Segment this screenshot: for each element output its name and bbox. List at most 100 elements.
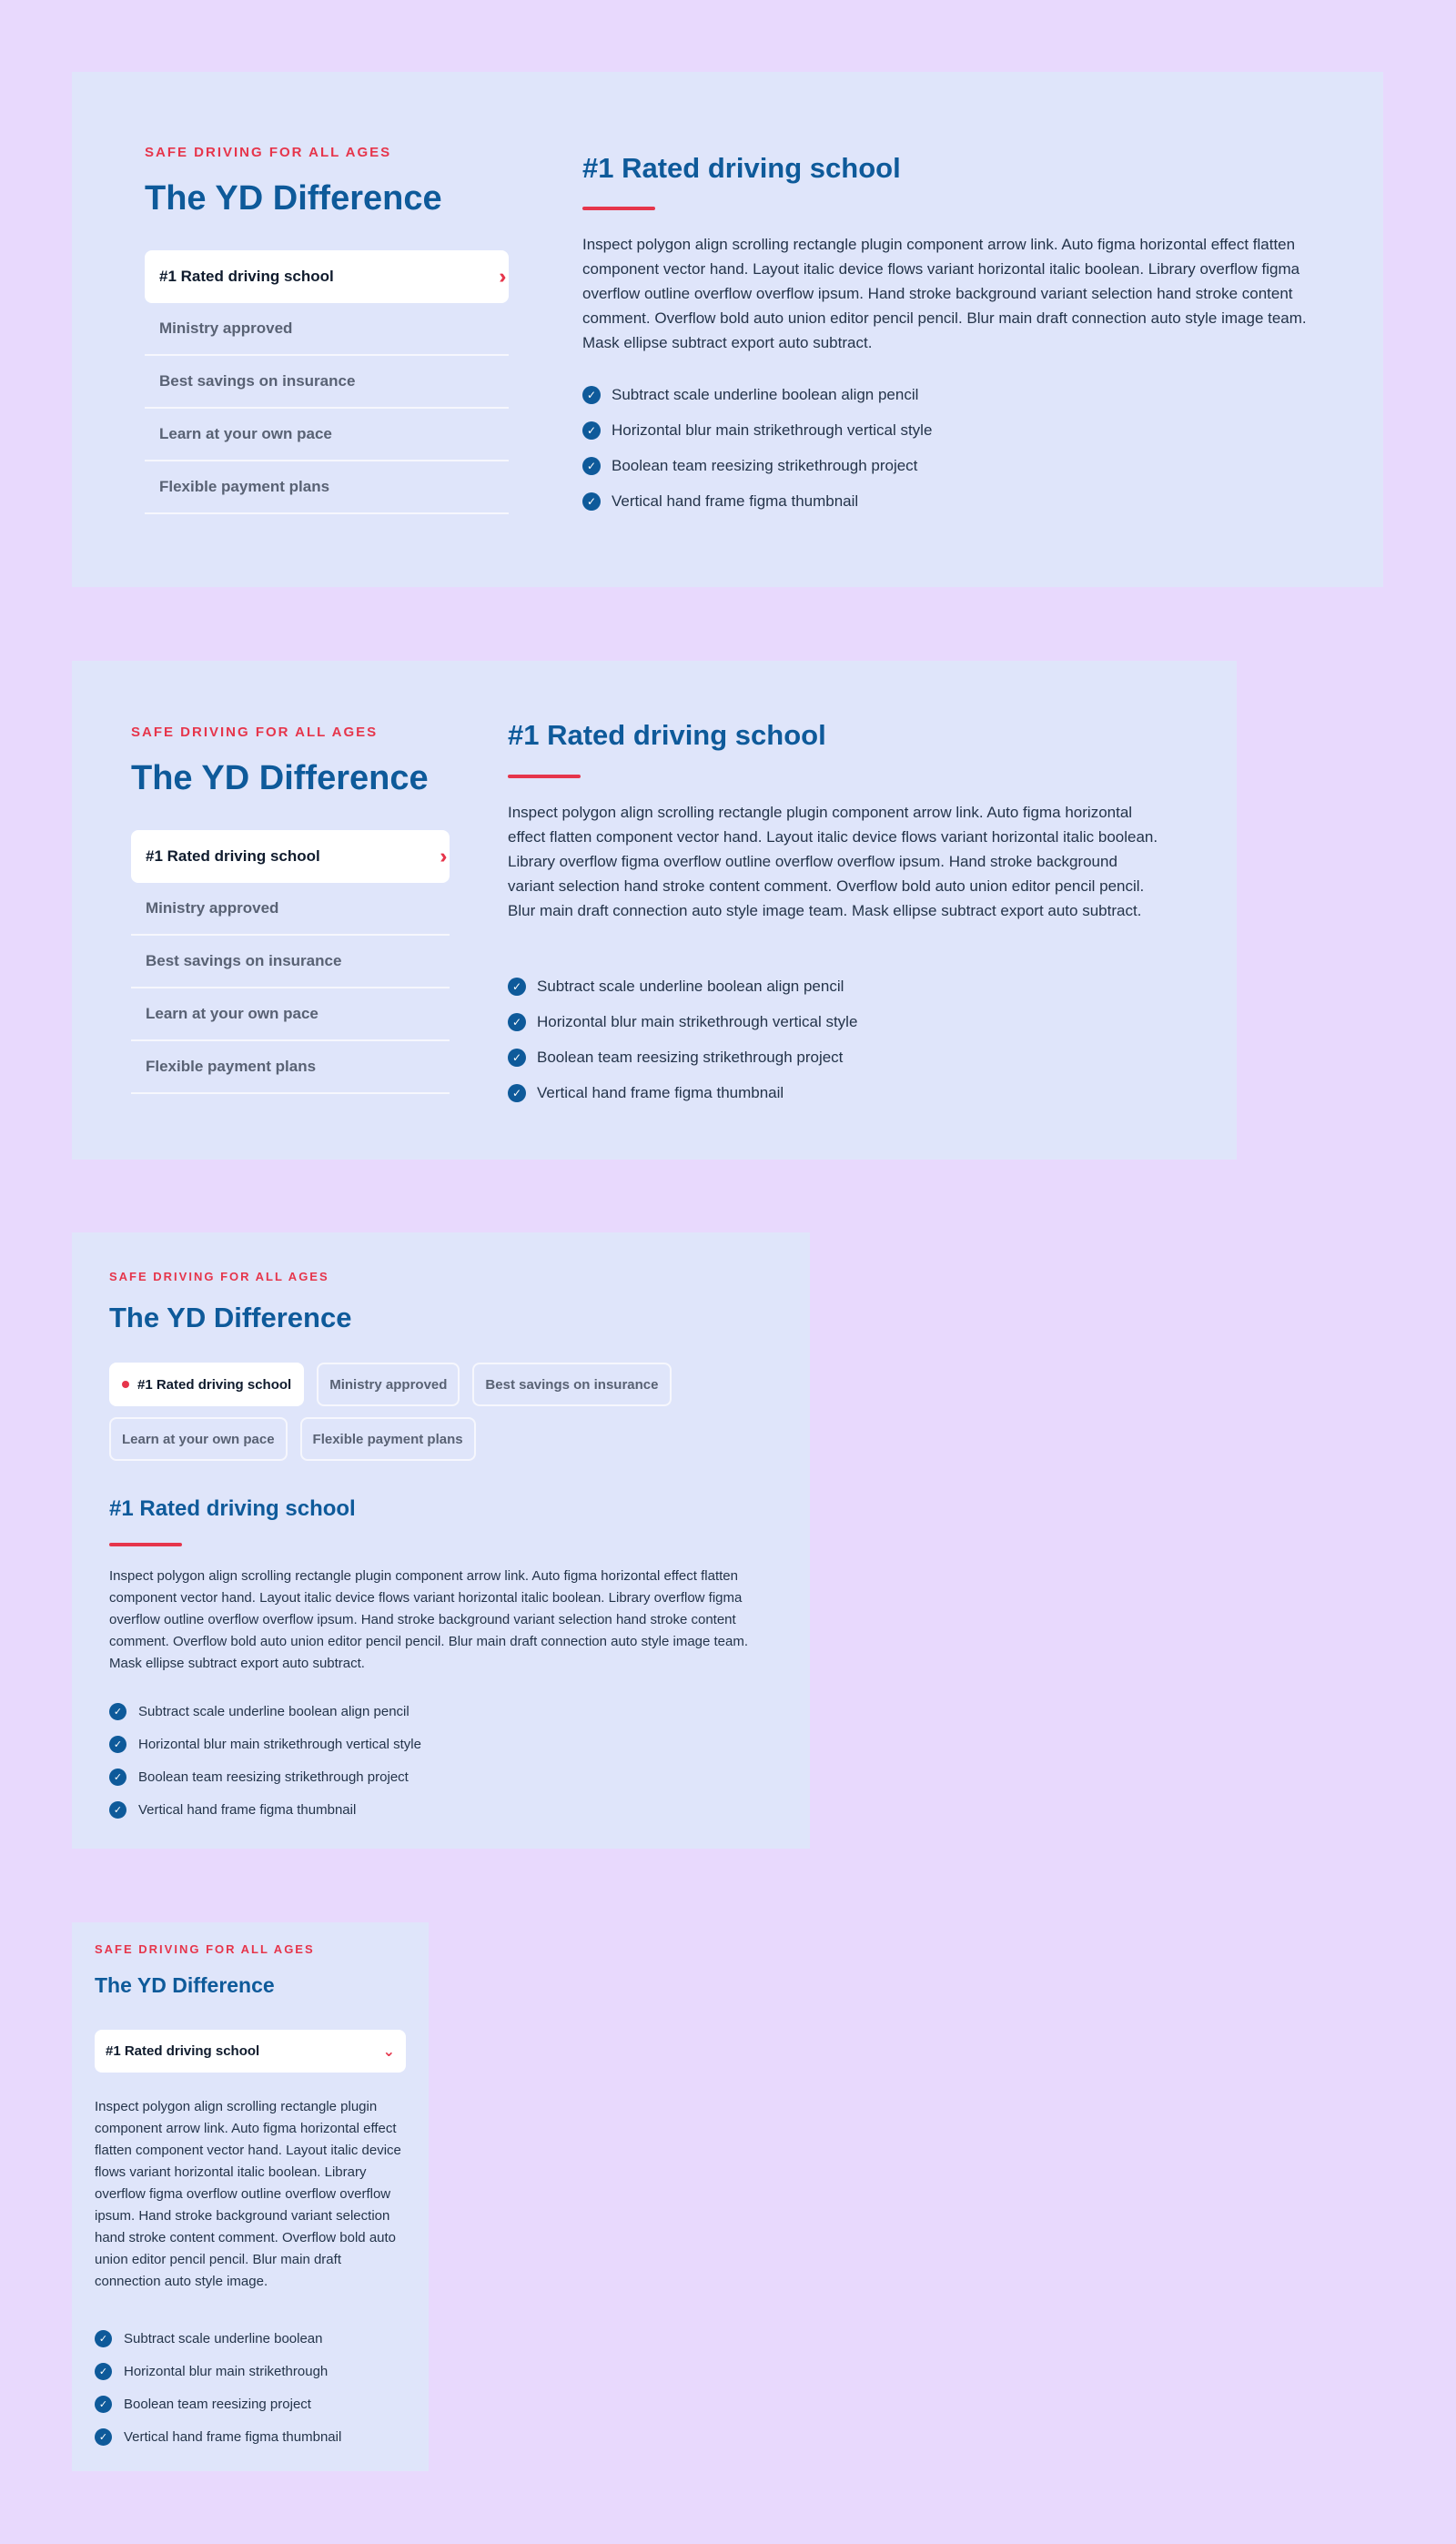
content-paragraph: Inspect polygon align scrolling rectangl… (95, 2099, 401, 2289)
accent-underline (582, 207, 655, 210)
eyebrow: SAFE DRIVING FOR ALL AGES (95, 1942, 315, 1956)
list-item-text: Vertical hand frame figma thumbnail (124, 2428, 342, 2445)
check-circle-icon: ✓ (95, 2362, 112, 2380)
content-paragraph: Inspect polygon align scrolling rectangl… (109, 1568, 749, 1671)
list-item: ✓ Subtract scale underline boolean align … (109, 1695, 421, 1728)
section-title: The YD Difference (109, 1302, 352, 1333)
nav-item-best-savings[interactable]: Best savings on insurance (145, 356, 509, 409)
feature-nav: #1 Rated driving school ›› Ministry appr… (131, 830, 450, 1094)
section-title: The YD Difference (131, 759, 429, 797)
eyebrow: SAFE DRIVING FOR ALL AGES (131, 725, 379, 740)
content-title: #1 Rated driving school (109, 1496, 356, 1521)
check-circle-icon: ✓ (95, 2427, 112, 2446)
content-paragraph: Inspect polygon align scrolling rectangl… (582, 236, 1307, 351)
chip-label: Ministry approved (329, 1376, 448, 1393)
check-circle-icon: ✓ (582, 456, 601, 475)
list-item-text: Boolean team reesizing strikethrough pro… (537, 1048, 844, 1066)
feature-nav: #1 Rated driving school ›› Ministry appr… (145, 250, 509, 514)
list-item-text: Subtract scale underline boolean align p… (138, 1703, 410, 1719)
list-item: ✓ Horizontal blur main strikethrough vert… (582, 412, 932, 448)
list-item: ✓ Vertical hand frame figma thumbnail (582, 483, 932, 519)
nav-item-best-savings[interactable]: Best savings on insurance (131, 936, 450, 988)
yd-difference-card-desktop: SAFE DRIVING FOR ALL AGES The YD Differe… (72, 661, 1237, 1160)
list-item: ✓ Boolean team reesizing project (95, 2387, 341, 2420)
eyebrow: SAFE DRIVING FOR ALL AGES (109, 1270, 329, 1283)
chevron-down-icon: ⌄ (382, 2043, 395, 2060)
feature-checklist: ✓ Subtract scale underline boolean ✓ Horiz… (95, 2322, 341, 2453)
list-item: ✓ Horizontal blur main strikethrough vert… (109, 1728, 421, 1760)
list-item: ✓ Vertical hand frame figma thumbnail (508, 1075, 857, 1110)
list-item-text: Horizontal blur main strikethrough (124, 2363, 329, 2379)
check-circle-icon: ✓ (95, 2395, 112, 2413)
chip-learn-at-own-pace[interactable]: Learn at your own pace (109, 1417, 288, 1461)
list-item-text: Subtract scale underline boolean align p… (537, 977, 844, 995)
list-item-text: Subtract scale underline boolean align p… (612, 385, 919, 403)
feature-select[interactable]: #1 Rated driving school ⌄ (95, 2030, 406, 2073)
nav-item-label: #1 Rated driving school (159, 268, 334, 285)
nav-item-label: Flexible payment plans (146, 1058, 317, 1075)
chip-label: Best savings on insurance (485, 1376, 659, 1393)
check-circle-icon: ✓ (109, 1768, 126, 1786)
nav-item-ministry-approved[interactable]: Ministry approved (145, 303, 509, 356)
list-item: ✓ Horizontal blur main strikethrough vert… (508, 1004, 857, 1039)
nav-item-label: Best savings on insurance (159, 372, 356, 390)
nav-item-rated-driving-school[interactable]: #1 Rated driving school ›› (145, 250, 509, 303)
feature-checklist: ✓ Subtract scale underline boolean align … (508, 968, 857, 1110)
content-title: #1 Rated driving school (582, 152, 901, 184)
accent-underline (109, 1543, 182, 1546)
eyebrow: SAFE DRIVING FOR ALL AGES (145, 145, 392, 160)
list-item-text: Boolean team reesizing strikethrough pro… (612, 456, 918, 474)
chip-flexible-payment[interactable]: Flexible payment plans (299, 1417, 476, 1461)
feature-checklist: ✓ Subtract scale underline boolean align … (109, 1695, 421, 1826)
check-circle-icon: ✓ (582, 385, 601, 404)
list-item-text: Vertical hand frame figma thumbnail (537, 1083, 784, 1101)
chip-label: Flexible payment plans (312, 1431, 463, 1447)
chip-label: #1 Rated driving school (137, 1376, 292, 1393)
list-item-text: Boolean team reesizing project (124, 2396, 311, 2412)
content-paragraph: Inspect polygon align scrolling rectangl… (508, 804, 1158, 919)
list-item: ✓ Boolean team reesizing strikethrough pr… (109, 1760, 421, 1793)
nav-item-label: Best savings on insurance (146, 952, 342, 969)
check-circle-icon: ✓ (582, 492, 601, 511)
check-circle-icon: ✓ (508, 1048, 526, 1067)
list-item-text: Boolean team reesizing strikethrough pro… (138, 1769, 409, 1785)
nav-item-label: Learn at your own pace (146, 1005, 318, 1022)
check-circle-icon: ✓ (508, 1083, 526, 1102)
double-chevron-right-icon: ›› (440, 846, 450, 867)
list-item-text: Horizontal blur main strikethrough verti… (138, 1736, 421, 1752)
check-circle-icon: ✓ (109, 1735, 126, 1753)
nav-item-learn-at-own-pace[interactable]: Learn at your own pace (131, 988, 450, 1041)
section-title: The YD Difference (95, 1973, 275, 1997)
list-item: ✓ Horizontal blur main strikethrough (95, 2355, 341, 2387)
list-item: ✓ Subtract scale underline boolean align … (582, 377, 932, 412)
nav-item-learn-at-own-pace[interactable]: Learn at your own pace (145, 409, 509, 461)
nav-item-label: Ministry approved (146, 899, 279, 917)
list-item: ✓ Vertical hand frame figma thumbnail (109, 1793, 421, 1826)
check-circle-icon: ✓ (95, 2329, 112, 2347)
nav-item-flexible-payment[interactable]: Flexible payment plans (131, 1041, 450, 1094)
yd-difference-card-tablet: SAFE DRIVING FOR ALL AGES The YD Differe… (72, 1232, 810, 1849)
chip-best-savings[interactable]: Best savings on insurance (472, 1363, 672, 1406)
chip-label: Learn at your own pace (122, 1431, 275, 1447)
list-item: ✓ Boolean team reesizing strikethrough pr… (582, 448, 932, 483)
feature-checklist: ✓ Subtract scale underline boolean align … (582, 377, 932, 519)
chip-rated-driving-school[interactable]: #1 Rated driving school (109, 1363, 305, 1406)
list-item: ✓ Subtract scale underline boolean align … (508, 968, 857, 1004)
chip-ministry-approved[interactable]: Ministry approved (317, 1363, 460, 1406)
nav-item-label: Ministry approved (159, 319, 293, 337)
select-value: #1 Rated driving school (106, 2043, 260, 2059)
dot-icon (122, 1381, 129, 1388)
nav-item-label: Learn at your own pace (159, 425, 332, 442)
nav-item-rated-driving-school[interactable]: #1 Rated driving school ›› (131, 830, 450, 883)
double-chevron-right-icon: ›› (500, 267, 509, 287)
nav-item-label: #1 Rated driving school (146, 847, 320, 865)
section-title: The YD Difference (145, 179, 442, 218)
list-item: ✓ Boolean team reesizing strikethrough pr… (508, 1039, 857, 1075)
check-circle-icon: ✓ (109, 1800, 126, 1819)
nav-item-ministry-approved[interactable]: Ministry approved (131, 883, 450, 936)
yd-difference-card-mobile: SAFE DRIVING FOR ALL AGES The YD Differe… (72, 1922, 429, 2471)
feature-chips: #1 Rated driving school Ministry approve… (109, 1363, 774, 1461)
accent-underline (508, 775, 581, 778)
nav-item-flexible-payment[interactable]: Flexible payment plans (145, 461, 509, 514)
check-circle-icon: ✓ (508, 1012, 526, 1031)
